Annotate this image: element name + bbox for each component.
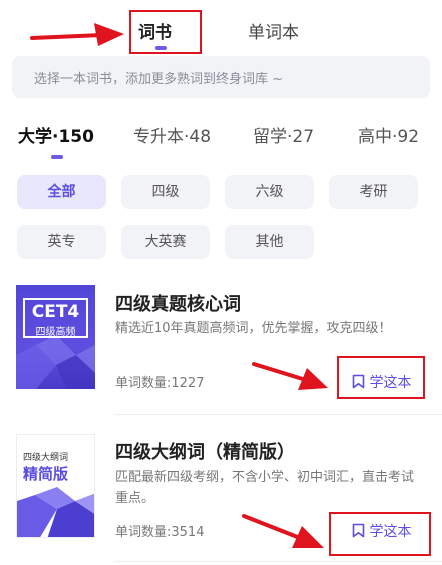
cover-subtitle: 精简版 [23,465,69,483]
filter-chip-other[interactable]: 其他 [225,225,314,259]
tab-vocabulary-notebook[interactable]: 单词本 [248,18,299,43]
book-description: 匹配最新四级考纲，不含小学、初中词汇，直击考试重点。 [115,470,415,506]
book-word-count: 单词数量:3514 [115,525,205,540]
cover-subtitle: 四级高频 [35,327,76,338]
category-tab-indicator [51,155,63,159]
filter-chip-cet4[interactable]: 四级 [121,175,210,209]
wordbook-hint-bar[interactable]: 选择一本词书，添加更多熟词到终身词库 ~ [12,56,430,98]
annotation-arrow-icon [30,23,124,46]
hint-text: 选择一本词书，添加更多熟词到终身词库 ~ [34,72,284,87]
book-title: 四级真题核心词 [115,294,241,315]
annotation-arrow-icon [252,362,328,390]
filter-chip-english-major[interactable]: 英专 [17,225,106,259]
book-description: 精选近10年真题高频词，优先掌握，攻克四级！ [115,321,392,336]
category-tab-high-school[interactable]: 高中·92 [358,122,419,147]
list-divider [115,561,442,562]
annotation-box-study-button-1 [337,356,425,399]
book-cover: 四级大纲词 精简版 [16,434,95,538]
book-cover: CET4 四级高频 [16,285,95,389]
cover-title: 四级大纲词 [23,453,69,463]
book-title: 四级大纲词（精简版） [115,442,295,463]
filter-chip-cet6[interactable]: 六级 [225,175,314,209]
annotation-box-wordbook-tab [129,10,202,54]
category-tab-university[interactable]: 大学·150 [18,122,94,147]
category-tab-upgrade[interactable]: 专升本·48 [133,122,211,147]
filter-chip-english-contest[interactable]: 大英赛 [121,225,210,259]
annotation-arrow-icon [242,514,324,548]
book-word-count: 单词数量:1227 [115,376,205,391]
list-divider [115,414,442,415]
annotation-box-study-button-2 [329,512,431,556]
filter-chip-all[interactable]: 全部 [17,175,106,209]
category-tab-study-abroad[interactable]: 留学·27 [253,122,314,147]
filter-chip-postgrad[interactable]: 考研 [329,175,418,209]
cover-title: CET4 [31,302,80,322]
